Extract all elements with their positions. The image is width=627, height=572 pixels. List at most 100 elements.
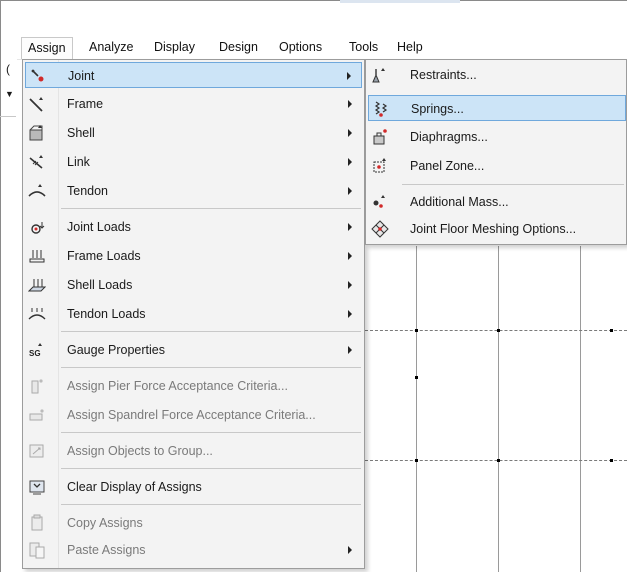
menu-item-label: Joint (68, 69, 95, 83)
window-top-border (0, 0, 627, 1)
submenu-arrow-icon (348, 310, 352, 318)
menu-item-link[interactable]: Link (25, 149, 362, 175)
submenu-arrow-icon (347, 72, 351, 80)
submenu-item-label: Joint Floor Meshing Options... (410, 222, 577, 236)
clipped-toolbar-glyph: ( (6, 62, 10, 76)
menu-item-copy-assigns[interactable]: Copy Assigns (25, 510, 362, 536)
joint-point[interactable] (415, 459, 418, 462)
menu-item-label: Assign Objects to Group... (67, 444, 213, 458)
menu-item-frame[interactable]: Frame (25, 91, 362, 117)
submenu-item-panel-zone[interactable]: Panel Zone... (368, 153, 626, 179)
grid-line (498, 246, 499, 572)
menu-item-label: Link (67, 155, 90, 169)
menu-item-tendon-loads[interactable]: Tendon Loads (25, 301, 362, 327)
menu-help[interactable]: Help (391, 37, 429, 59)
menu-item-pier-criteria[interactable]: Assign Pier Force Acceptance Criteria... (25, 373, 362, 399)
gauge-properties-icon: SG (28, 341, 46, 359)
menu-item-tendon[interactable]: Tendon (25, 178, 362, 204)
submenu-item-diaphragms[interactable]: Diaphragms... (368, 124, 626, 150)
menu-item-label: Assign Pier Force Acceptance Criteria... (67, 379, 288, 393)
submenu-item-label: Springs... (411, 102, 464, 116)
group-icon (28, 442, 46, 460)
joint-point[interactable] (610, 329, 613, 332)
pier-criteria-icon (28, 377, 46, 395)
frame-icon (28, 95, 46, 113)
menu-item-gauge-properties[interactable]: SG Gauge Properties (25, 337, 362, 363)
joint-loads-icon (28, 218, 46, 236)
submenu-item-floor-meshing[interactable]: Joint Floor Meshing Options... (368, 216, 626, 242)
submenu-item-label: Diaphragms... (410, 130, 488, 144)
menu-item-label: Assign Spandrel Force Acceptance Criteri… (67, 408, 316, 422)
restraints-icon (371, 66, 389, 84)
submenu-item-additional-mass[interactable]: Additional Mass... (368, 189, 626, 215)
menu-item-label: Shell (67, 126, 95, 140)
shell-loads-icon (28, 276, 46, 294)
submenu-arrow-icon (348, 158, 352, 166)
clipped-dropdown-arrow[interactable]: ▼ (5, 89, 14, 99)
menu-options[interactable]: Options (273, 37, 328, 59)
menu-item-label: Frame Loads (67, 249, 141, 263)
submenu-arrow-icon (348, 252, 352, 260)
submenu-arrow-icon (348, 129, 352, 137)
structural-grid (365, 246, 627, 572)
menu-item-joint[interactable]: Joint (25, 62, 362, 88)
tendon-loads-icon (28, 305, 46, 323)
menu-item-assign-to-group[interactable]: Assign Objects to Group... (25, 438, 362, 464)
menu-item-shell-loads[interactable]: Shell Loads (25, 272, 362, 298)
menu-item-paste-assigns[interactable]: Paste Assigns (25, 537, 362, 563)
menu-item-clear-display[interactable]: Clear Display of Assigns (25, 474, 362, 500)
joint-point[interactable] (497, 329, 500, 332)
shell-icon (28, 124, 46, 142)
paste-assigns-icon (28, 541, 46, 559)
menu-item-label: Shell Loads (67, 278, 133, 292)
menu-tools[interactable]: Tools (343, 37, 384, 59)
menu-item-label: Frame (67, 97, 104, 111)
frame-loads-icon (28, 247, 46, 265)
title-strip (340, 0, 460, 3)
assign-dropdown-menu: Joint Frame Shell Link Tendon Joint Load… (22, 59, 365, 569)
menu-item-label: Tendon Loads (67, 307, 146, 321)
joint-submenu: Restraints... Springs... Diaphragms... P… (365, 59, 627, 245)
gauge-icon-text: SG (29, 349, 41, 358)
menu-item-label: Joint Loads (67, 220, 131, 234)
panel-zone-icon (371, 157, 389, 175)
menu-item-label: Paste Assigns (67, 543, 146, 557)
submenu-arrow-icon (348, 346, 352, 354)
submenu-item-springs[interactable]: Springs... (368, 95, 626, 121)
joint-point[interactable] (415, 376, 418, 379)
menu-item-label: Copy Assigns (67, 516, 143, 530)
submenu-arrow-icon (348, 187, 352, 195)
menu-design[interactable]: Design (213, 37, 264, 59)
springs-icon (372, 100, 390, 118)
grid-line (416, 246, 417, 572)
submenu-arrow-icon (348, 546, 352, 554)
grid-line (580, 246, 581, 572)
menu-bar: Assign Analyze Display Design Options To… (17, 37, 627, 60)
menu-item-frame-loads[interactable]: Frame Loads (25, 243, 362, 269)
submenu-item-restraints[interactable]: Restraints... (368, 62, 626, 88)
menu-item-shell[interactable]: Shell (25, 120, 362, 146)
submenu-arrow-icon (348, 281, 352, 289)
submenu-item-label: Restraints... (410, 68, 477, 82)
joint-point[interactable] (415, 329, 418, 332)
menu-item-joint-loads[interactable]: Joint Loads (25, 214, 362, 240)
additional-mass-icon (371, 193, 389, 211)
diaphragms-icon (371, 128, 389, 146)
menu-separator (61, 208, 361, 209)
submenu-arrow-icon (348, 100, 352, 108)
joint-point[interactable] (610, 459, 613, 462)
submenu-item-label: Additional Mass... (410, 195, 509, 209)
clear-display-icon (28, 478, 46, 496)
joint-point[interactable] (497, 459, 500, 462)
menu-item-label: Tendon (67, 184, 109, 198)
grid-line (365, 330, 627, 331)
menu-assign[interactable]: Assign (21, 37, 73, 59)
grid-line (365, 460, 627, 461)
menu-display[interactable]: Display (148, 37, 201, 59)
menu-analyze[interactable]: Analyze (83, 37, 139, 59)
menu-item-spandrel-criteria[interactable]: Assign Spandrel Force Acceptance Criteri… (25, 402, 362, 428)
copy-assigns-icon (28, 514, 46, 532)
menu-separator (61, 331, 361, 332)
menu-separator (61, 468, 361, 469)
submenu-item-label: Panel Zone... (410, 159, 485, 173)
